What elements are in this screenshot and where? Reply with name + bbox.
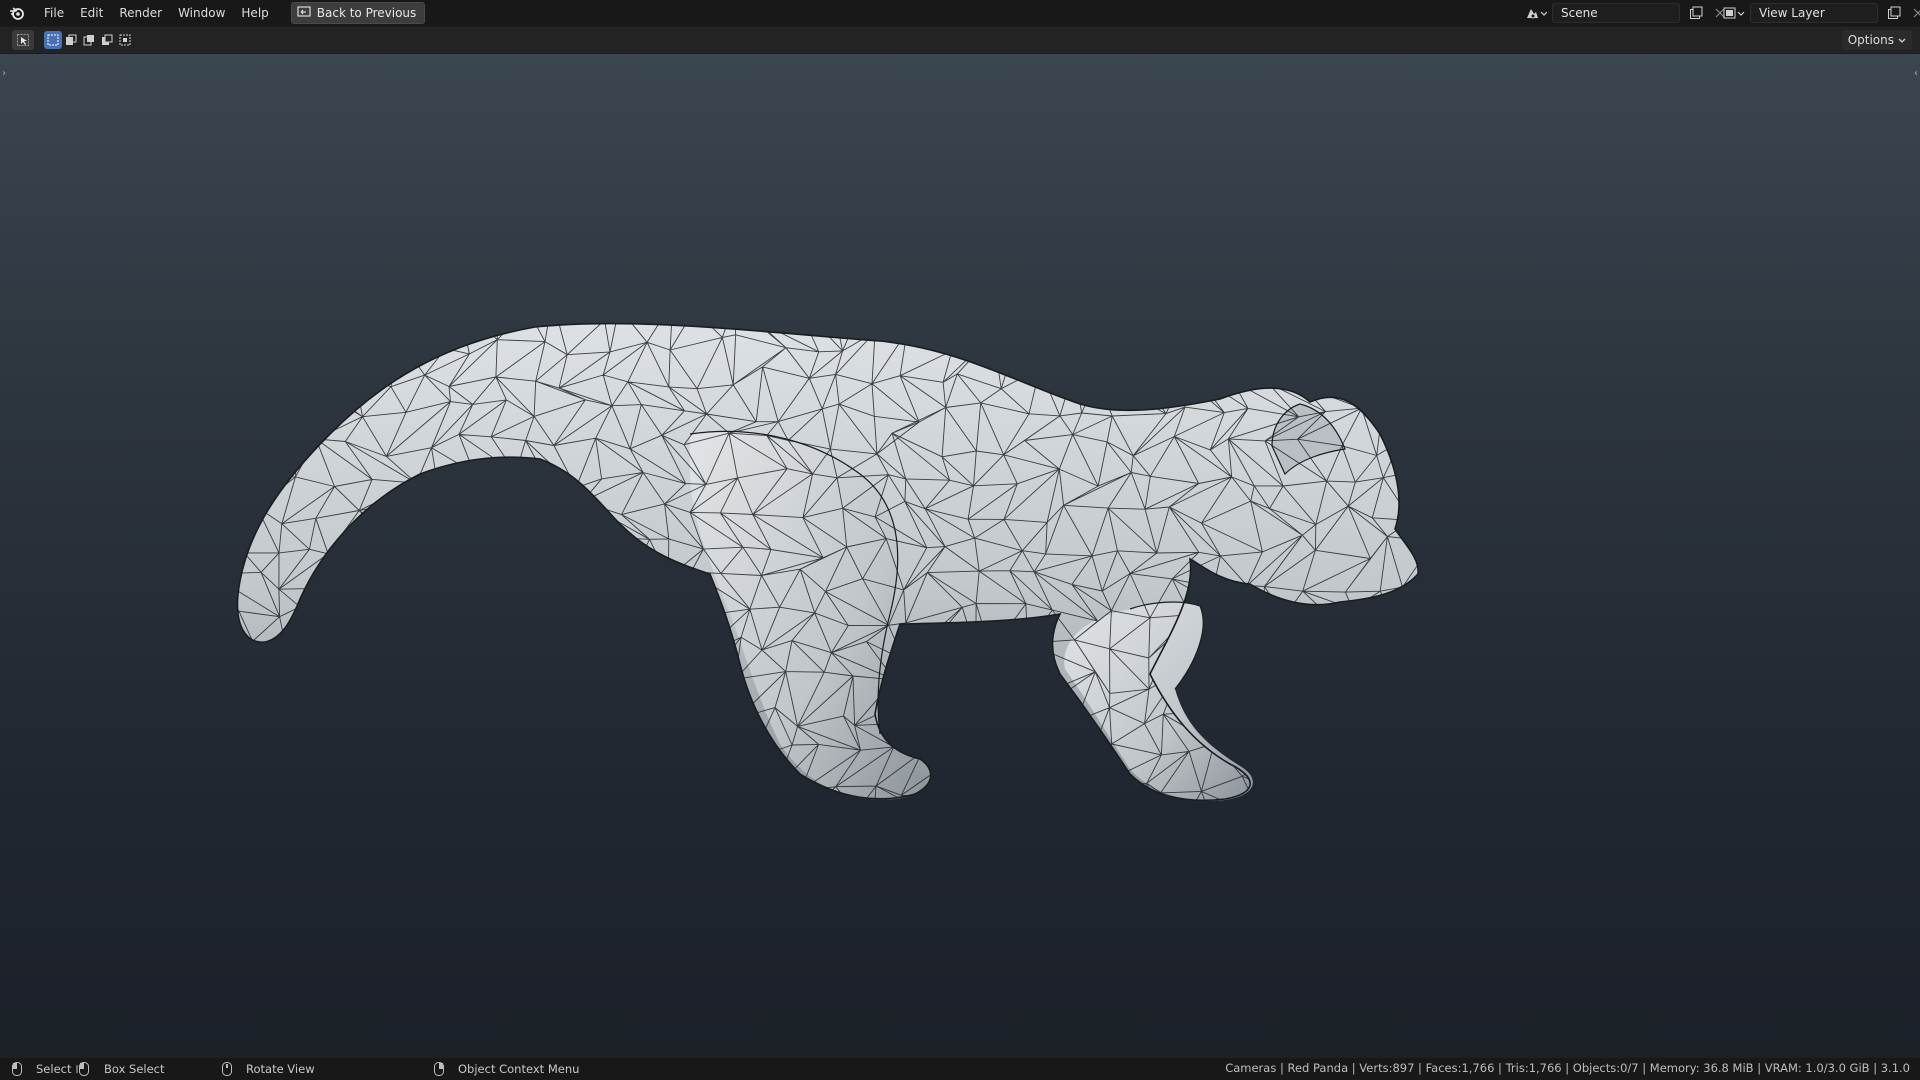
status-rotate-view-label: Rotate View: [246, 1062, 315, 1076]
chevron-down-icon: [1898, 33, 1906, 47]
scene-icon[interactable]: [1524, 3, 1548, 23]
red-panda-mesh[interactable]: [0, 54, 1920, 1058]
mouse-left-icon: [12, 1062, 22, 1076]
3d-viewport[interactable]: › ‹: [0, 54, 1920, 1058]
sidebar-expand-icon[interactable]: ‹: [1914, 68, 1918, 79]
select-subtract-icon[interactable]: [80, 31, 98, 49]
status-box-select-label: Box Select: [104, 1062, 165, 1076]
status-select-label: Select: [36, 1062, 72, 1076]
back-to-previous-label: Back to Previous: [316, 6, 417, 20]
toolbar-expand-icon[interactable]: ›: [2, 68, 6, 79]
mouse-right-icon: [434, 1062, 444, 1076]
select-invert-icon[interactable]: [98, 31, 116, 49]
blender-logo-icon[interactable]: [6, 2, 28, 24]
view-layer-selector: View Layer: [1722, 2, 1920, 24]
top-menu-bar: File Edit Render Window Help Back to Pre…: [0, 0, 1920, 26]
new-view-layer-icon[interactable]: [1882, 3, 1906, 23]
options-dropdown[interactable]: Options: [1841, 30, 1912, 50]
view-layer-name-field[interactable]: View Layer: [1750, 3, 1878, 23]
view-layer-icon[interactable]: [1722, 3, 1746, 23]
menu-file[interactable]: File: [36, 2, 72, 24]
remove-view-layer-icon[interactable]: [1910, 3, 1920, 23]
menu-window[interactable]: Window: [170, 2, 233, 24]
mouse-middle-icon: [222, 1062, 232, 1076]
select-intersect-icon[interactable]: [116, 31, 134, 49]
scene-statistics: Cameras | Red Panda | Verts:897 | Faces:…: [1225, 1061, 1910, 1075]
status-bar: Select Box Select Rotate View Object Con…: [0, 1058, 1920, 1080]
menu-render[interactable]: Render: [111, 2, 170, 24]
menu-edit[interactable]: Edit: [72, 2, 111, 24]
mouse-drag-icon: [76, 1062, 89, 1076]
scene-selector: Scene: [1524, 2, 1728, 24]
status-context-menu: Object Context Menu: [434, 1061, 579, 1077]
status-box-select: Box Select: [76, 1061, 165, 1077]
status-rotate-view: Rotate View: [222, 1061, 315, 1077]
back-screen-icon: [297, 5, 311, 21]
status-context-menu-label: Object Context Menu: [458, 1062, 580, 1076]
select-tool-icon[interactable]: [12, 30, 34, 50]
select-extend-icon[interactable]: [62, 31, 80, 49]
status-select: Select: [12, 1061, 71, 1077]
options-label: Options: [1847, 33, 1894, 47]
back-to-previous-button[interactable]: Back to Previous: [290, 2, 426, 24]
scene-name-field[interactable]: Scene: [1552, 3, 1680, 23]
select-new-icon[interactable]: [44, 31, 62, 49]
new-scene-icon[interactable]: [1684, 3, 1708, 23]
menu-help[interactable]: Help: [233, 2, 276, 24]
viewport-header: Options: [0, 27, 1920, 53]
